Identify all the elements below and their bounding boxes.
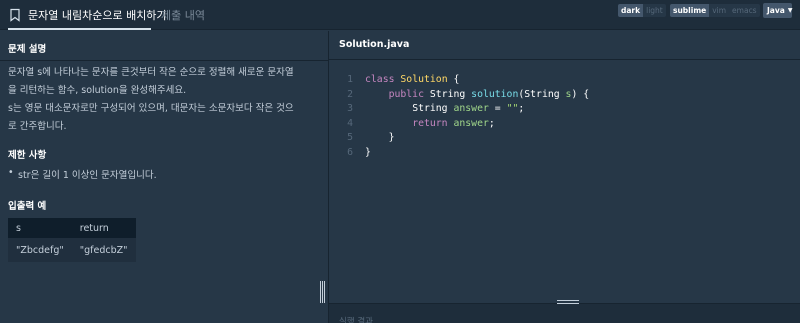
table-cell: "gfedcbZ" [71, 238, 136, 262]
code-line: 3 String answer = ""; [329, 102, 800, 117]
examples-heading: 입출력 예 [8, 201, 47, 212]
keymap-toggle: sublime vim emacs [670, 4, 760, 17]
tab-submissions-label: 제출 내역 [161, 9, 205, 22]
constraint-item: str은 길이 1 이상인 문자열입니다. [8, 167, 157, 181]
keymap-vim-button[interactable]: vim [709, 4, 730, 17]
description-heading: 문제 설명 [8, 44, 47, 55]
code-line: 2 public String solution (String s) { [329, 88, 800, 103]
code-editor[interactable]: 1 class Solution { 2 public String soluti… [329, 73, 800, 161]
code-line: 4 return answer; [329, 117, 800, 132]
divider [0, 60, 328, 61]
chevron-down-icon: ▼ [787, 7, 793, 14]
examples-table: s return "Zbcdefg" "gfedcbZ" [8, 218, 136, 262]
line-number: 6 [347, 146, 353, 158]
code-line: 5 } [329, 131, 800, 146]
active-tab-indicator [8, 28, 151, 30]
divider [329, 59, 800, 60]
code-line: 6} [329, 146, 800, 161]
table-row: "Zbcdefg" "gfedcbZ" [8, 238, 136, 262]
line-number: 2 [347, 88, 353, 100]
description-text: 문자열 s에 나타나는 문자를 큰것부터 작은 순으로 정렬해 새로운 문자열 … [8, 64, 320, 136]
table-header-row: s return [8, 218, 136, 238]
description-line: 문자열 s에 나타나는 문자를 큰것부터 작은 순으로 정렬해 새로운 문자열 [8, 67, 294, 78]
result-label: 실행 결과 [339, 317, 373, 323]
panel-resize-handle[interactable] [320, 281, 326, 303]
line-number: 1 [347, 74, 353, 85]
description-line: 을 리턴하는 함수, solution을 완성해주세요. [8, 85, 187, 96]
result-resize-handle[interactable] [557, 300, 579, 306]
theme-dark-button[interactable]: dark [618, 4, 644, 17]
line-number: 5 [347, 132, 353, 144]
constraints-heading: 제한 사항 [8, 150, 47, 161]
column-header-s: s [8, 218, 72, 238]
description-line: s는 영문 대소문자로만 구성되어 있으며, 대문자는 소문자보다 작은 것으 [8, 103, 294, 114]
problem-title: 문자열 내림차순으로 배치하기 [28, 9, 167, 22]
bookmark-icon[interactable] [8, 8, 22, 22]
editor-panel: Solution.java 1 class Solution { 2 public… [329, 31, 800, 323]
code-line: 1 class Solution { [329, 73, 800, 88]
line-number: 4 [347, 117, 353, 129]
language-select[interactable]: Java ▼ [763, 3, 792, 18]
column-header-return: return [71, 218, 136, 238]
problem-panel: 문제 설명 문자열 s에 나타나는 문자를 큰것부터 작은 순으로 정렬해 새로… [0, 31, 328, 323]
top-bar: 문자열 내림차순으로 배치하기 제출 내역 dark light sublime… [0, 0, 800, 30]
table-cell: "Zbcdefg" [8, 238, 72, 262]
file-tab[interactable]: Solution.java [339, 39, 409, 50]
keymap-sublime-button[interactable]: sublime [670, 4, 710, 17]
line-number: 3 [347, 103, 353, 115]
description-line: 로 간주합니다. [8, 121, 67, 132]
theme-toggle: dark light [618, 4, 666, 17]
theme-light-button[interactable]: light [643, 4, 666, 17]
language-select-value: Java [767, 6, 785, 15]
tab-submissions[interactable]: 제출 내역 [161, 0, 205, 30]
result-panel: 실행 결과 [329, 300, 800, 323]
tab-problem[interactable]: 문자열 내림차순으로 배치하기 [8, 0, 167, 30]
keymap-emacs-button[interactable]: emacs [729, 4, 760, 17]
